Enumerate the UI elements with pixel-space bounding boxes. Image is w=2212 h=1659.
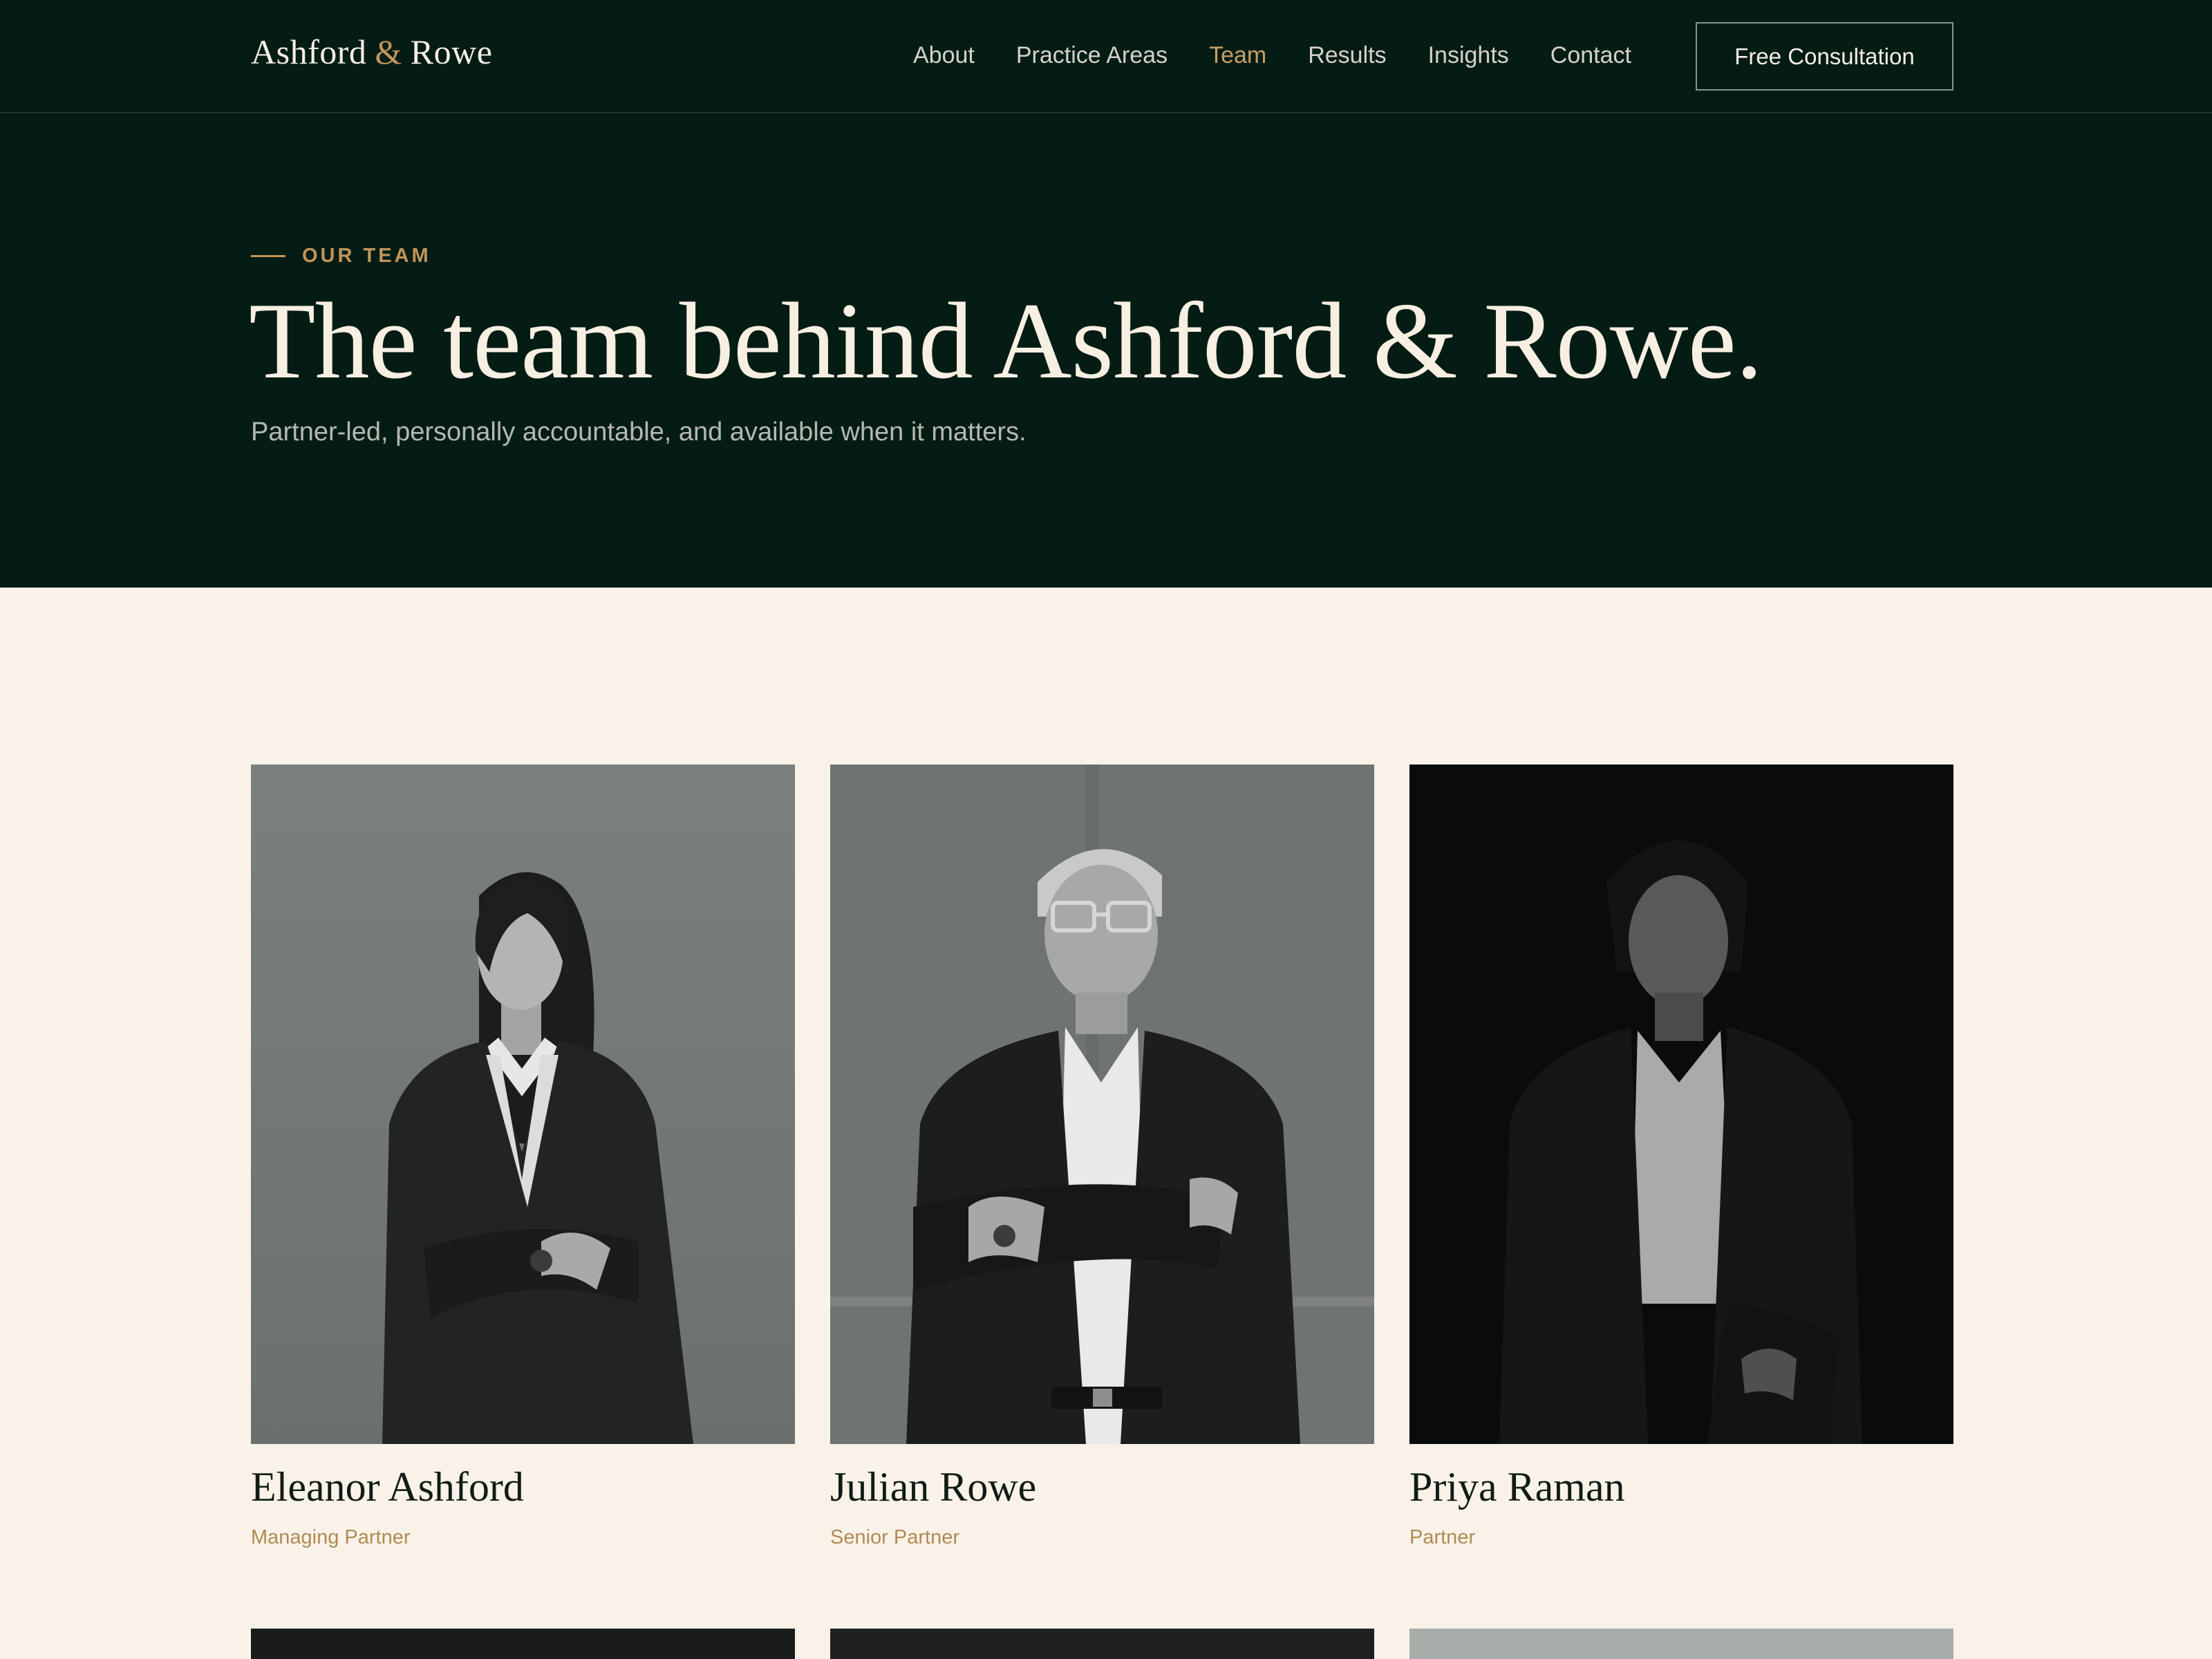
team-member-photo: [830, 765, 1374, 1444]
team-member-photo: [830, 1629, 1374, 1659]
nav-link-practice-areas[interactable]: Practice Areas: [1016, 40, 1168, 71]
team-member-photo: [1409, 1629, 1953, 1659]
team-member-name: Eleanor Ashford: [251, 1464, 524, 1510]
eyebrow: OUR TEAM: [251, 245, 431, 268]
nav-link-contact[interactable]: Contact: [1550, 40, 1631, 71]
team-card[interactable]: Priya Raman Partner: [1409, 765, 1953, 1549]
eyebrow-text: OUR TEAM: [302, 245, 431, 267]
logo-first: Ashford: [251, 32, 367, 71]
logo[interactable]: Ashford & Rowe: [251, 32, 492, 72]
eyebrow-rule: [251, 255, 285, 257]
page-subtitle: Partner-led, personally accountable, and…: [251, 418, 1027, 447]
team-member-photo: [251, 765, 795, 1444]
main-menu: About Practice Areas Team Results Insigh…: [913, 40, 1631, 71]
team-card[interactable]: Eleanor Ashford Managing Partner: [251, 765, 795, 1549]
page-title: The team behind Ashford & Rowe.: [249, 281, 1763, 402]
team-card[interactable]: Julian Rowe Senior Partner: [830, 765, 1374, 1549]
nav-link-insights[interactable]: Insights: [1428, 40, 1509, 71]
nav-link-results[interactable]: Results: [1308, 40, 1386, 71]
page: Ashford & Rowe About Practice Areas Team R…: [0, 0, 2212, 1659]
free-consultation-button[interactable]: Free Consultation: [1696, 22, 1953, 91]
team-member-role: Senior Partner: [830, 1526, 959, 1548]
team-member-photo: [1409, 765, 1953, 1444]
hero: OUR TEAM The team behind Ashford & Rowe.…: [0, 113, 2212, 588]
portrait-julian: [830, 765, 1374, 1444]
top-nav: Ashford & Rowe About Practice Areas Team R…: [0, 0, 2212, 113]
team-member-name: Julian Rowe: [830, 1464, 1037, 1510]
portrait-eleanor: [251, 765, 795, 1444]
logo-last: Rowe: [410, 32, 493, 71]
nav-link-about[interactable]: About: [913, 40, 975, 71]
portrait-priya: [1409, 765, 1953, 1444]
team-member-name: Priya Raman: [1409, 1464, 1625, 1510]
team-member-role: Partner: [1409, 1526, 1476, 1548]
team-member-photo: [251, 1629, 795, 1659]
nav-link-team[interactable]: Team: [1209, 40, 1266, 71]
team-member-role: Managing Partner: [251, 1526, 411, 1548]
logo-ampersand: &: [375, 32, 402, 71]
